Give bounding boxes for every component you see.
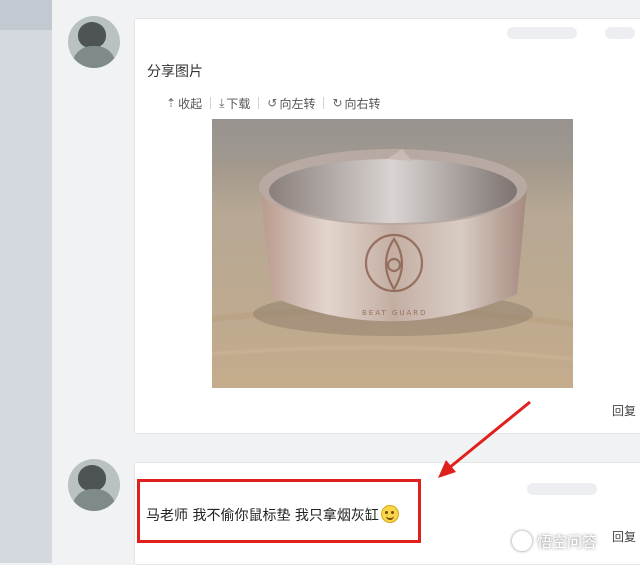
watermark: 悟空问答 <box>512 528 597 554</box>
annotation-arrow <box>438 400 531 478</box>
watermark-text: 悟空问答 <box>537 532 598 551</box>
wukong-logo-icon <box>512 531 532 551</box>
